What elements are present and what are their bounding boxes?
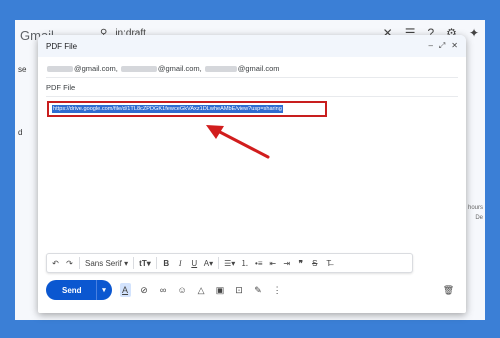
compose-window: PDF File – ⤢ ✕ @gmail.com, @gmail.com, @… — [38, 35, 466, 313]
signature-icon[interactable]: ✎ — [253, 283, 264, 297]
divider — [133, 257, 135, 269]
remove-format-icon[interactable]: T̶ — [324, 256, 333, 270]
emoji-icon[interactable]: ☺ — [177, 283, 188, 297]
attach-file-icon[interactable]: ⊘ — [139, 283, 150, 297]
redo-icon[interactable]: ↷ — [65, 256, 74, 270]
formatting-toolbar: ↶ ↷ Sans Serif ▾ tT▾ B I U A▾ ☰▾ ⒈ •≡ ⇤ … — [46, 253, 413, 273]
font-family-select[interactable]: Sans Serif ▾ — [85, 256, 128, 270]
gemini-icon[interactable]: ✦ — [469, 26, 479, 40]
text-color-icon[interactable]: A▾ — [204, 256, 213, 270]
indent-more-icon[interactable]: ⇥ — [282, 256, 291, 270]
numbered-list-icon[interactable]: ⒈ — [240, 256, 249, 270]
bulleted-list-icon[interactable]: •≡ — [254, 256, 263, 270]
more-options-icon[interactable]: ⋮ — [272, 283, 283, 297]
formatting-options-icon[interactable]: A — [119, 283, 131, 297]
quote-icon[interactable]: ❞ — [296, 256, 305, 270]
send-options-icon[interactable]: ▾ — [95, 280, 112, 300]
underline-icon[interactable]: U — [190, 256, 199, 270]
indent-less-icon[interactable]: ⇤ — [268, 256, 277, 270]
strikethrough-icon[interactable]: S — [310, 256, 319, 270]
bold-icon[interactable]: B — [162, 256, 171, 270]
list-partial-text: hours — [467, 205, 483, 211]
confidential-mode-icon[interactable]: ⊡ — [234, 283, 245, 297]
sidebar-partial-text: d — [18, 128, 23, 137]
text-size-icon[interactable]: tT▾ — [139, 256, 151, 270]
font-family-label: Sans Serif — [85, 258, 122, 268]
insert-link-icon[interactable]: ∞ — [158, 283, 169, 297]
drive-icon[interactable]: △ — [196, 283, 207, 297]
send-label: Send — [62, 285, 82, 295]
divider — [218, 257, 220, 269]
align-icon[interactable]: ☰▾ — [224, 256, 235, 270]
sidebar-partial-text: se — [18, 65, 27, 74]
italic-icon[interactable]: I — [176, 256, 185, 270]
send-button[interactable]: Send ▾ — [46, 280, 112, 300]
compose-actions-bar: Send ▾ A ⊘ ∞ ☺ △ ▣ ⊡ ✎ ⋮ 🗑 — [46, 279, 458, 301]
divider — [155, 257, 157, 269]
insert-photo-icon[interactable]: ▣ — [215, 283, 226, 297]
list-partial-text: De — [475, 215, 483, 221]
trash-icon[interactable]: 🗑 — [443, 283, 454, 297]
undo-icon[interactable]: ↶ — [51, 256, 60, 270]
divider — [79, 257, 80, 269]
